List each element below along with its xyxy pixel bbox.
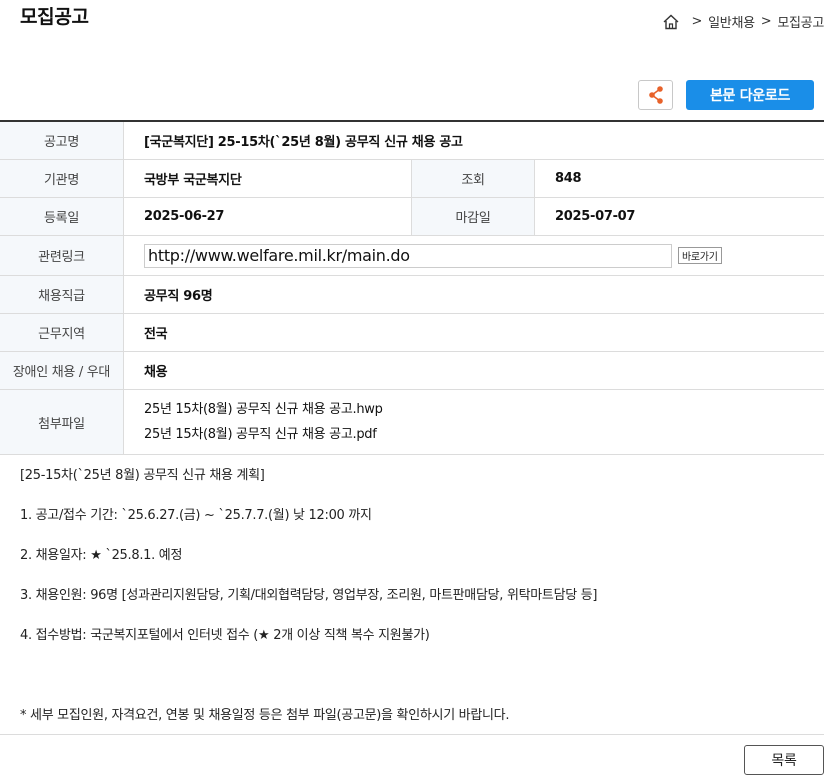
region-label: 근무지역 xyxy=(0,314,124,351)
related-link-field[interactable]: http://www.welfare.mil.kr/main.do xyxy=(144,243,672,268)
table-row: 관련링크 http://www.welfare.mil.kr/main.do 바… xyxy=(0,236,824,276)
body-line: 3. 채용인원: 96명 [성과관리지원담당, 기획/대외협력담당, 영업부장,… xyxy=(20,588,598,603)
download-body-button[interactable]: 본문 다운로드 xyxy=(686,80,814,110)
attachment-list: 25년 15차(8월) 공무직 신규 채용 공고.hwp 25년 15차(8월)… xyxy=(124,390,824,454)
region-value: 전국 xyxy=(144,327,168,342)
title-label: 공고명 xyxy=(0,122,124,159)
breadcrumb-item-notice[interactable]: 모집공고 xyxy=(777,12,824,31)
org-label: 기관명 xyxy=(0,160,124,197)
breadcrumb-item-general-hiring[interactable]: 일반채용 xyxy=(708,12,755,31)
notice-body: [25-15차(`25년 8월) 공무직 신규 채용 계획] 1. 공고/접수 … xyxy=(20,466,597,746)
divider xyxy=(0,734,824,735)
org-value: 국방부 국군복지단 xyxy=(144,173,242,188)
breadcrumb: > 일반채용 > 모집공고 xyxy=(662,12,824,31)
reg-date-label: 등록일 xyxy=(0,198,124,235)
body-line: 1. 공고/접수 기간: `25.6.27.(금) ~ `25.7.7.(월) … xyxy=(20,508,372,523)
table-row: 근무지역 전국 xyxy=(0,314,824,352)
attachment-file-pdf[interactable]: 25년 15차(8월) 공무직 신규 채용 공고.pdf xyxy=(144,422,377,447)
page-title: 모집공고 xyxy=(20,6,89,28)
table-row: 공고명 [국군복지단] 25-15차(`25년 8월) 공무직 신규 채용 공고 xyxy=(0,122,824,160)
go-link-button[interactable]: 바로가기 xyxy=(678,247,722,264)
attachment-file-hwp[interactable]: 25년 15차(8월) 공무직 신규 채용 공고.hwp xyxy=(144,397,383,422)
attachments-label: 첨부파일 xyxy=(0,390,124,454)
body-heading: [25-15차(`25년 8월) 공무직 신규 채용 계획] xyxy=(20,468,265,483)
reg-date-value: 2025-06-27 xyxy=(144,209,225,224)
table-row: 기관명 국방부 국군복지단 조회 848 xyxy=(0,160,824,198)
home-icon[interactable] xyxy=(662,13,680,31)
deadline-value: 2025-07-07 xyxy=(555,209,636,224)
breadcrumb-separator: > xyxy=(691,14,703,29)
disabled-hiring-value: 채용 xyxy=(144,365,168,380)
share-button[interactable] xyxy=(638,80,673,110)
body-line: 4. 접수방법: 국군복지포털에서 인터넷 접수 (★ 2개 이상 직책 복수 … xyxy=(20,628,430,643)
views-label: 조회 xyxy=(411,160,535,197)
table-row: 등록일 2025-06-27 마감일 2025-07-07 xyxy=(0,198,824,236)
breadcrumb-separator: > xyxy=(760,14,772,29)
body-line: 2. 채용일자: ★ `25.8.1. 예정 xyxy=(20,548,183,563)
grade-label: 채용직급 xyxy=(0,276,124,313)
table-row: 장애인 채용 / 우대 채용 xyxy=(0,352,824,390)
link-label: 관련링크 xyxy=(0,236,124,275)
deadline-label: 마감일 xyxy=(411,198,535,235)
body-note: * 세부 모집인원, 자격요건, 연봉 및 채용일정 등은 첨부 파일(공고문)… xyxy=(20,708,510,723)
disabled-hiring-label: 장애인 채용 / 우대 xyxy=(0,352,124,389)
grade-value: 공무직 96명 xyxy=(144,289,213,304)
views-value: 848 xyxy=(555,171,582,186)
share-icon xyxy=(648,86,663,104)
notice-info-table: 공고명 [국군복지단] 25-15차(`25년 8월) 공무직 신규 채용 공고… xyxy=(0,120,824,455)
table-row: 첨부파일 25년 15차(8월) 공무직 신규 채용 공고.hwp 25년 15… xyxy=(0,390,824,455)
table-row: 채용직급 공무직 96명 xyxy=(0,276,824,314)
list-button[interactable]: 목록 xyxy=(744,745,824,775)
notice-title: [국군복지단] 25-15차(`25년 8월) 공무직 신규 채용 공고 xyxy=(144,135,463,150)
